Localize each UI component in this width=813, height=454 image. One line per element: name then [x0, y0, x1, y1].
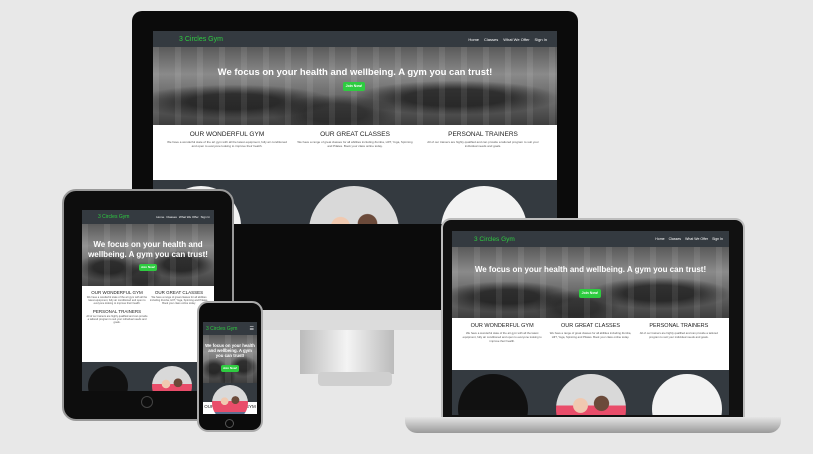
monitor-stand [300, 330, 394, 374]
feature-trainers: PERSONAL TRAINERS All of our trainers ar… [419, 131, 547, 180]
feature-title: OUR GREAT CLASSES [154, 290, 204, 295]
classes-section [82, 362, 214, 391]
phone-screen: 3 Circles Gym ☰ We focus on your health … [203, 322, 257, 414]
hero-banner: We focus on your health and wellbeing. A… [452, 247, 729, 318]
nav-links: Home Classes What We Offer Sign In [468, 37, 547, 42]
feature-title: OUR WONDERFUL GYM [91, 290, 143, 295]
hero-banner: We focus on your health and wellbeing. A… [82, 224, 214, 286]
features-row: OUR WONDERFUL GYM We have a wonderful st… [452, 318, 729, 370]
feature-title: PERSONAL TRAINERS [92, 309, 142, 314]
nav-classes[interactable]: Classes [669, 237, 681, 241]
feature-trainers: PERSONAL TRAINERS All of our trainers ar… [635, 323, 723, 370]
join-now-button[interactable]: Join Now! [139, 264, 157, 271]
join-now-button[interactable]: Join Now! [221, 365, 239, 372]
feature-title: OUR WONDERFUL GYM [470, 323, 534, 329]
nav-sign-in[interactable]: Sign In [201, 215, 210, 219]
nav-sign-in[interactable]: Sign In [712, 237, 723, 241]
feature-text: We have a wonderful state of the art gym… [167, 140, 287, 148]
hero-banner: We focus on your health and wellbeing. A… [203, 335, 257, 383]
feature-gym: OUR WONDERFUL GYM We have a wonderful st… [458, 323, 546, 370]
nav-home[interactable]: Home [468, 37, 479, 42]
features-row: OUR WONDERFUL GYM We have a wonderful st… [82, 286, 214, 362]
feature-gym: OUR WONDERFUL GYM We have a wonderful st… [86, 290, 148, 362]
feature-text: We have a range of great classes for all… [297, 140, 413, 148]
nav-home[interactable]: Home [655, 237, 664, 241]
hero-banner: We focus on your health and wellbeing. A… [153, 47, 557, 125]
nav-links: Home Classes What We Offer Sign In [655, 237, 723, 241]
hero-title: We focus on your health and wellbeing. A… [474, 265, 707, 274]
navbar: 3 Circles Gym Home Classes What We Offer… [452, 231, 729, 247]
feature-title: PERSONAL TRAINERS [649, 323, 709, 329]
brand-logo[interactable]: 3 Circles Gym [206, 326, 237, 332]
navbar: 3 Circles Gym Home Classes What We Offer… [82, 210, 214, 224]
classes-circle-image [309, 186, 399, 224]
feature-text: All of our trainers are highly qualified… [427, 140, 539, 148]
nav-what-we-offer[interactable]: What We Offer [503, 37, 529, 42]
hamburger-icon[interactable]: ☰ [250, 326, 254, 332]
brand-logo[interactable]: 3 Circles Gym [98, 214, 129, 220]
nav-home[interactable]: Home [156, 215, 164, 219]
hero-title-line1: We focus on your health and [93, 240, 203, 249]
classes-circle-image [556, 374, 626, 415]
classes-section [452, 370, 729, 415]
classes-section [203, 383, 257, 414]
join-now-button[interactable]: Join Now! [579, 289, 601, 298]
feature-gym: OUR WONDERFUL GYM We have a wonderful st… [163, 131, 291, 180]
feature-classes: OUR GREAT CLASSES We have a range of gre… [291, 131, 419, 180]
tablet-screen: 3 Circles Gym Home Classes What We Offer… [82, 210, 214, 391]
phone-home-button [225, 419, 234, 428]
feature-title: OUR WONDERFUL GYM [189, 131, 265, 138]
feature-text: All of our trainers are highly qualified… [86, 315, 148, 324]
laptop-base [405, 417, 781, 433]
classes-circle-image [152, 366, 192, 391]
feature-text: We have a range of great classes for all… [549, 331, 632, 339]
feature-title: OUR GREAT CLASSES [320, 131, 390, 138]
laptop-screen: 3 Circles Gym Home Classes What We Offer… [452, 231, 729, 415]
gym-circle-image [458, 374, 528, 415]
feature-text: We have a wonderful state of the art gym… [462, 331, 542, 343]
feature-title: OUR GREAT CLASSES [560, 323, 621, 329]
hero-title: We focus on your health and wellbeing. A… [205, 343, 255, 358]
feature-text: We have a wonderful state of the art gym… [86, 296, 148, 305]
hero-title: We focus on your health and wellbeing. A… [217, 67, 493, 78]
nav-classes[interactable]: Classes [166, 215, 177, 219]
nav-links: Home Classes What We Offer Sign In [156, 215, 210, 219]
feature-title: PERSONAL TRAINERS [448, 131, 518, 138]
nav-classes[interactable]: Classes [484, 37, 498, 42]
brand-logo[interactable]: 3 Circles Gym [179, 36, 223, 43]
tablet-home-button [141, 396, 153, 408]
feature-classes: OUR GREAT CLASSES We have a range of gre… [546, 323, 634, 370]
navbar: 3 Circles Gym ☰ [203, 322, 257, 335]
features-row: OUR WONDERFUL GYM We have a wonderful st… [153, 125, 557, 180]
trainer-circle-image [652, 374, 722, 415]
monitor-stand-base [318, 372, 392, 386]
hero-title-line2: wellbeing. A gym you can trust! [88, 250, 208, 259]
gym-circle-image [88, 366, 128, 391]
feature-text: All of our trainers are highly qualified… [639, 331, 718, 339]
join-now-button[interactable]: Join Now! [343, 82, 365, 91]
nav-what-we-offer[interactable]: What We Offer [179, 215, 199, 219]
classes-circle-image [212, 385, 248, 414]
navbar: 3 Circles Gym Home Classes What We Offer… [153, 31, 557, 47]
nav-what-we-offer[interactable]: What We Offer [685, 237, 708, 241]
brand-logo[interactable]: 3 Circles Gym [474, 236, 515, 243]
nav-sign-in[interactable]: Sign In [535, 37, 547, 42]
